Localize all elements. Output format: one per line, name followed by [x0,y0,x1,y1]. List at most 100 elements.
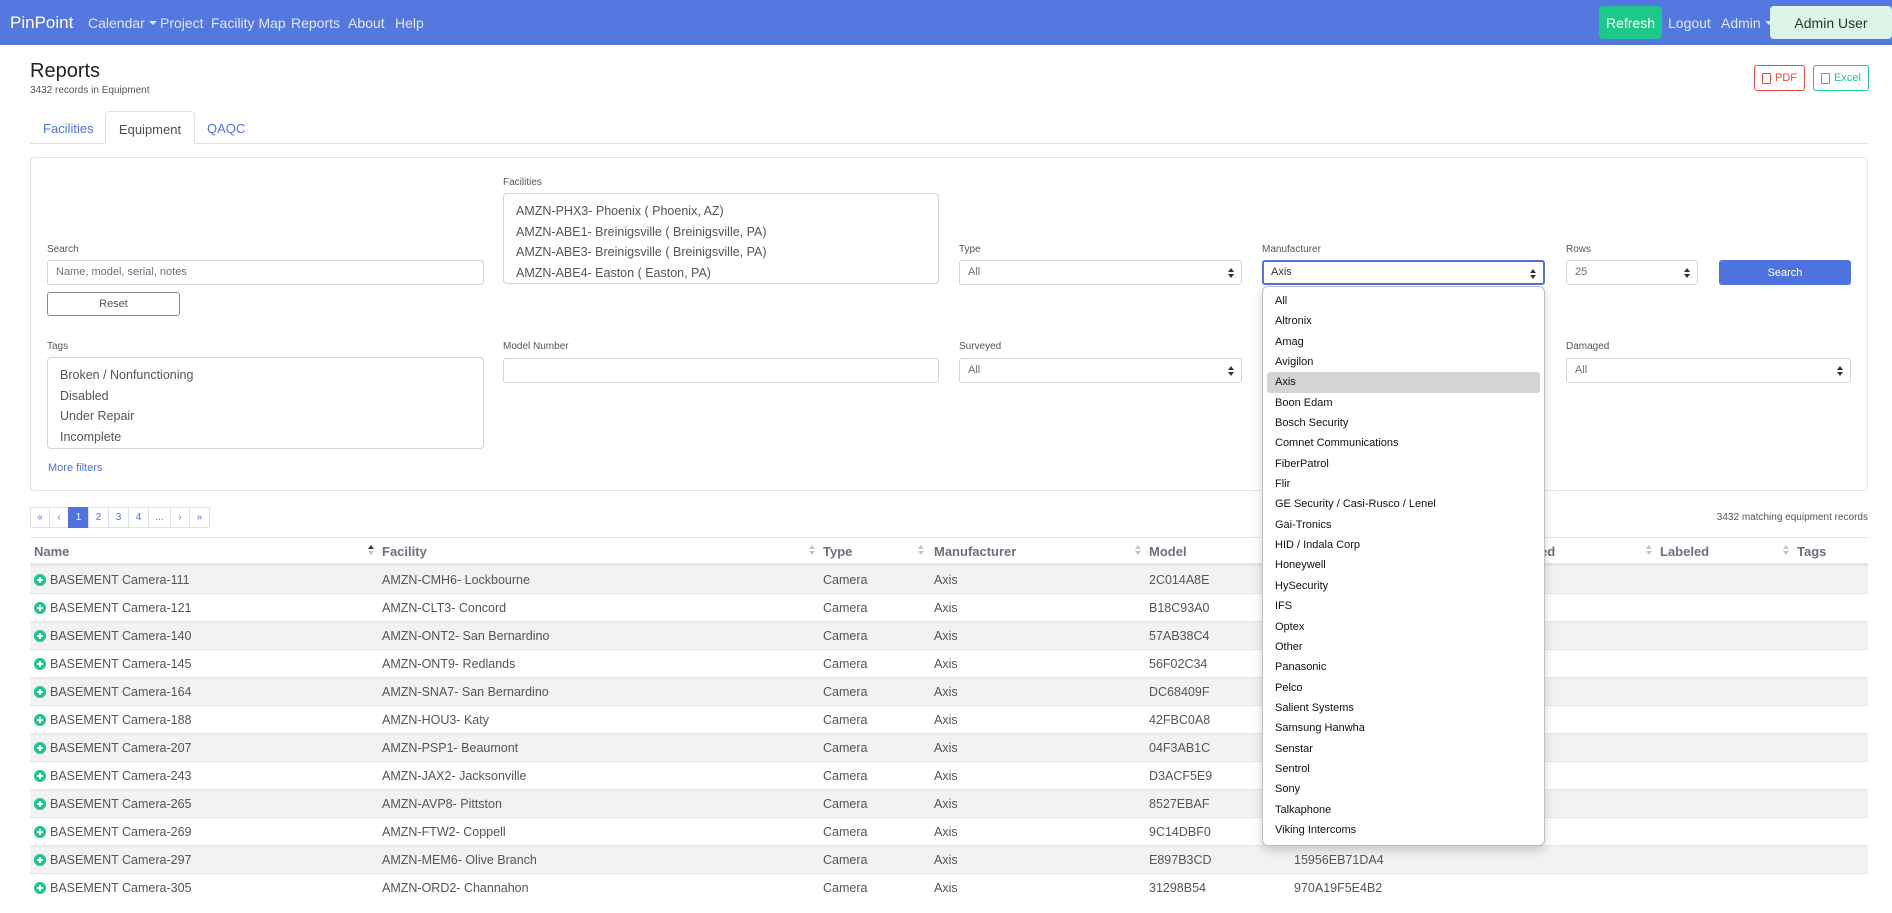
page-button-1[interactable]: 1 [68,507,89,528]
brand-logo[interactable]: PinPoint [10,13,73,33]
nav-project[interactable]: Project [160,15,204,31]
cell-name[interactable]: BASEMENT Camera-297 [50,853,192,867]
cell-name[interactable]: BASEMENT Camera-305 [50,881,192,895]
cell-name[interactable]: BASEMENT Camera-164 [50,685,192,699]
column-header-model[interactable]: Model [1149,544,1187,559]
cell-name[interactable]: BASEMENT Camera-207 [50,741,192,755]
table-row[interactable]: BASEMENT Camera-207 AMZN-PSP1- Beaumont Ca… [30,733,1868,761]
tab-equipment[interactable]: Equipment [105,111,195,144]
manufacturer-option[interactable]: Senstar [1267,739,1540,759]
column-header-manufacturer[interactable]: Manufacturer [934,544,1016,559]
tag-option[interactable]: Under Repair [60,406,471,427]
expand-plus-icon[interactable] [34,574,46,586]
facility-option[interactable]: AMZN-ABE1- Breinigsville ( Breinigsville… [516,222,926,243]
manufacturer-option[interactable]: Salient Systems [1267,698,1540,718]
facility-option[interactable]: AMZN-ABE3- Breinigsville ( Breinigsville… [516,242,926,263]
manufacturer-option[interactable]: Honeywell [1267,555,1540,575]
reset-button[interactable]: Reset [47,292,180,316]
rows-select[interactable]: 25 [1566,260,1698,285]
tags-multiselect[interactable]: Broken / Nonfunctioning Disabled Under R… [47,357,484,449]
table-row[interactable]: BASEMENT Camera-265 AMZN-AVP8- Pittston Ca… [30,789,1868,817]
manufacturer-option[interactable]: Optex [1267,617,1540,637]
manufacturer-option[interactable]: FiberPatrol [1267,454,1540,474]
cell-name[interactable]: BASEMENT Camera-269 [50,825,192,839]
sort-icon[interactable] [1135,545,1141,555]
expand-plus-icon[interactable] [34,602,46,614]
expand-plus-icon[interactable] [34,770,46,782]
expand-plus-icon[interactable] [34,714,46,726]
logout-link[interactable]: Logout [1668,15,1711,31]
manufacturer-option[interactable]: GE Security / Casi-Rusco / Lenel [1267,494,1540,514]
expand-plus-icon[interactable] [34,686,46,698]
expand-plus-icon[interactable] [34,854,46,866]
manufacturer-option[interactable]: Sony [1267,779,1540,799]
nav-about[interactable]: About [348,15,385,31]
column-header-facility[interactable]: Facility [382,544,427,559]
cell-name[interactable]: BASEMENT Camera-140 [50,629,192,643]
sort-icon[interactable] [368,545,374,555]
table-row[interactable]: BASEMENT Camera-269 AMZN-FTW2- Coppell Cam… [30,817,1868,845]
page-prev-button[interactable]: ‹ [49,507,69,528]
table-row[interactable]: BASEMENT Camera-243 AMZN-JAX2- Jacksonvil… [30,761,1868,789]
page-button-4[interactable]: 4 [128,507,149,528]
column-header-name[interactable]: Name [34,544,69,559]
manufacturer-option[interactable]: HySecurity [1267,576,1540,596]
table-row[interactable]: BASEMENT Camera-188 AMZN-HOU3- Katy Camera… [30,705,1868,733]
column-header-labeled[interactable]: Labeled [1660,544,1709,559]
table-row[interactable]: BASEMENT Camera-145 AMZN-ONT9- Redlands Ca… [30,649,1868,677]
sort-icon[interactable] [1783,545,1789,555]
column-header-tags[interactable]: Tags [1797,544,1826,559]
cell-name[interactable]: BASEMENT Camera-265 [50,797,192,811]
table-row[interactable]: BASEMENT Camera-140 AMZN-ONT2- San Bernar… [30,621,1868,649]
manufacturer-option[interactable]: Comnet Communications [1267,433,1540,453]
type-select[interactable]: All [959,260,1242,285]
sort-icon[interactable] [1646,545,1652,555]
table-row[interactable]: BASEMENT Camera-297 AMZN-MEM6- Olive Bran… [30,845,1868,873]
tag-option[interactable]: Disabled [60,386,471,407]
table-row[interactable]: BASEMENT Camera-111 AMZN-CMH6- Lockbourne… [30,565,1868,593]
column-header-type[interactable]: Type [823,544,852,559]
manufacturer-option[interactable]: Panasonic [1267,657,1540,677]
page-first-button[interactable]: « [30,507,50,528]
facilities-multiselect[interactable]: AMZN-PHX3- Phoenix ( Phoenix, AZ) AMZN-A… [503,193,939,284]
sort-icon[interactable] [918,545,924,555]
page-last-button[interactable]: » [189,507,210,528]
manufacturer-option[interactable]: Bosch Security [1267,413,1540,433]
cell-name[interactable]: BASEMENT Camera-111 [50,573,190,587]
manufacturer-option[interactable]: Gai-Tronics [1267,515,1540,535]
manufacturer-option[interactable]: IFS [1267,596,1540,616]
manufacturer-option[interactable]: Sentrol [1267,759,1540,779]
more-filters-link[interactable]: More filters [48,462,102,474]
model-number-input[interactable] [503,358,939,383]
nav-facility-map[interactable]: Facility Map [211,15,286,31]
pdf-export-button[interactable]: PDF [1754,65,1805,91]
manufacturer-option[interactable]: Boon Edam [1267,393,1540,413]
manufacturer-option[interactable]: Avigilon [1267,352,1540,372]
expand-plus-icon[interactable] [34,882,46,894]
surveyed-select[interactable]: All [959,358,1242,383]
manufacturer-option[interactable]: Amag [1267,332,1540,352]
manufacturer-option[interactable]: Samsung Hanwha [1267,718,1540,738]
cell-name[interactable]: BASEMENT Camera-121 [50,601,192,615]
expand-plus-icon[interactable] [34,742,46,754]
tag-option[interactable]: Incomplete [60,427,471,448]
cell-name[interactable]: BASEMENT Camera-145 [50,657,192,671]
expand-plus-icon[interactable] [34,658,46,670]
manufacturer-option[interactable]: Flir [1267,474,1540,494]
nav-calendar[interactable]: Calendar [88,15,157,31]
admin-user-button[interactable]: Admin User [1770,6,1892,39]
manufacturer-option[interactable]: Other [1267,637,1540,657]
manufacturer-option[interactable]: Altronix [1267,311,1540,331]
manufacturer-option[interactable]: Viking Intercoms [1267,820,1540,840]
page-next-button[interactable]: › [170,507,190,528]
manufacturer-select[interactable]: Axis [1262,260,1545,285]
cell-name[interactable]: BASEMENT Camera-188 [50,713,192,727]
expand-plus-icon[interactable] [34,798,46,810]
page-button-3[interactable]: 3 [108,507,129,528]
sort-icon[interactable] [809,545,815,555]
admin-menu[interactable]: Admin [1721,15,1773,31]
table-row[interactable]: BASEMENT Camera-305 AMZN-ORD2- Channahon C… [30,873,1868,901]
refresh-button[interactable]: Refresh [1599,6,1662,39]
facility-option[interactable]: AMZN-PHX3- Phoenix ( Phoenix, AZ) [516,201,926,222]
manufacturer-option[interactable]: Talkaphone [1267,800,1540,820]
